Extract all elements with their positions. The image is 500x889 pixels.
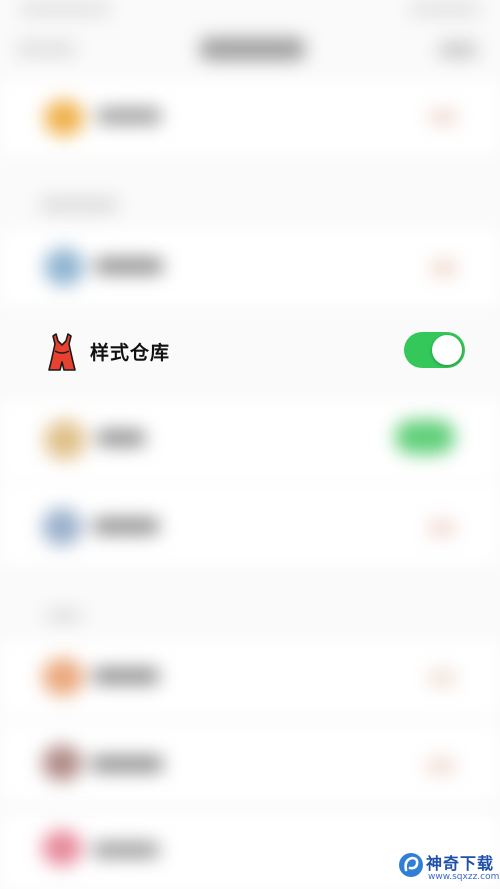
row-toggle [395,420,455,454]
watermark-title: 神奇下载 [426,854,495,873]
row-value [426,758,456,774]
row-icon [44,420,86,460]
row-value [428,670,456,686]
status-bar [20,4,110,14]
status-bar-right [410,4,480,14]
row-icon [42,508,82,546]
section-header [40,198,118,212]
nav-back [16,42,76,56]
blurred-settings-background [0,0,500,889]
row-icon [44,248,84,286]
row-text [96,108,162,124]
row-icon [42,745,82,781]
section-header [46,610,82,622]
setting-label: 样式仓库 [90,342,171,364]
row-text [94,258,164,274]
nav-title [200,38,305,60]
row-value [430,260,458,276]
style-warehouse-toggle[interactable] [404,332,465,368]
row-text [90,756,164,772]
watermark-logo-icon [398,852,424,878]
row-icon [42,830,82,866]
row-text [92,842,160,858]
site-watermark: 神奇下载 www.sqxzz.com [396,848,500,889]
settings-row-style-warehouse[interactable]: 样式仓库 [0,318,500,384]
row-text [92,518,160,534]
dress-icon [44,332,80,372]
row-icon [42,658,84,696]
row-value [428,520,456,536]
row-text [92,668,160,684]
watermark-url: www.sqxzz.com [428,872,500,882]
row-text [96,430,146,446]
toggle-knob [432,335,462,365]
nav-right [438,42,478,58]
row-value [428,110,458,124]
row-icon [44,100,84,136]
